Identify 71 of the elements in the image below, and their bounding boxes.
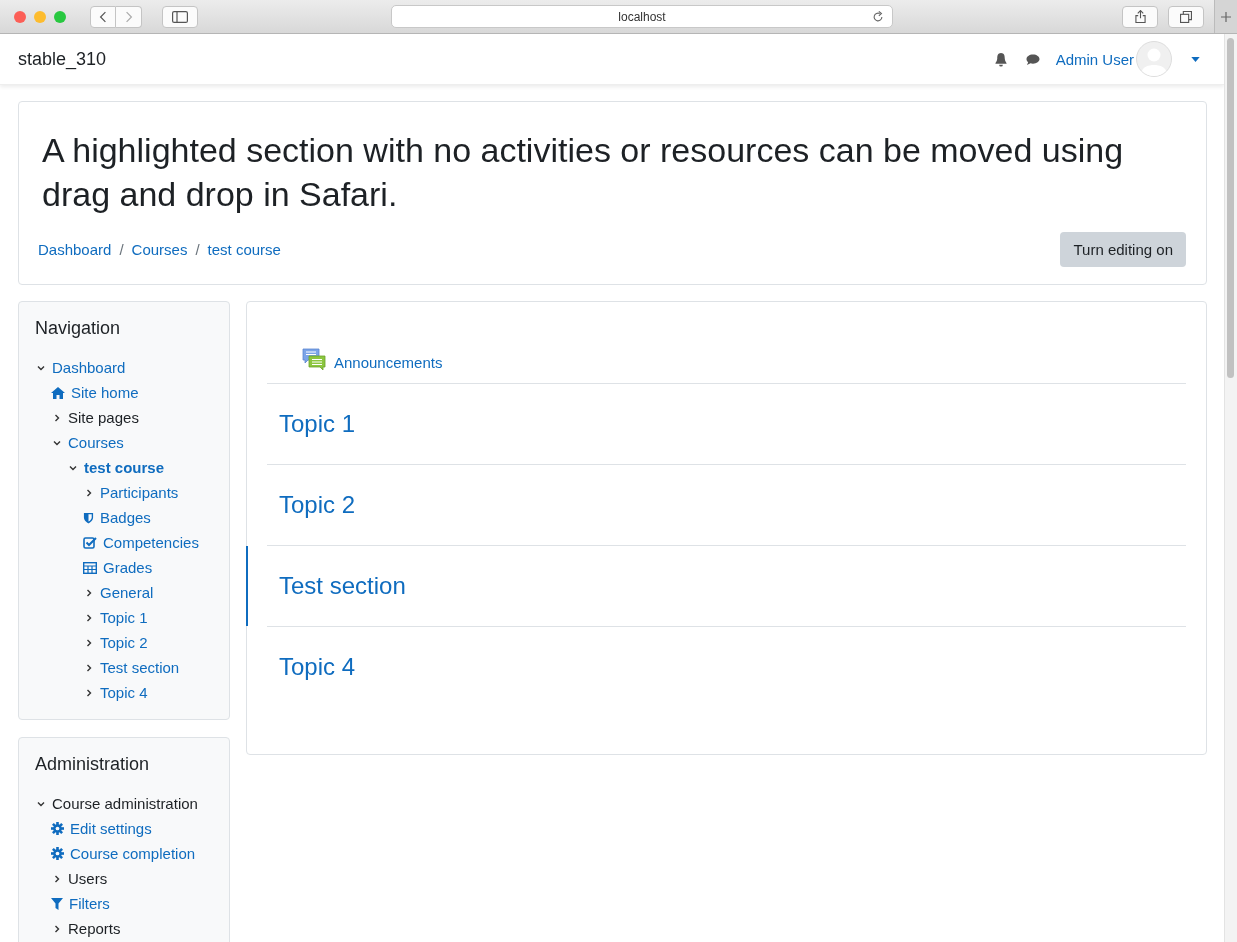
tree-item[interactable]: Course administration (52, 795, 198, 812)
address-bar[interactable]: localhost (391, 5, 893, 28)
back-button[interactable] (90, 5, 116, 28)
chat-bubble-icon[interactable] (1024, 52, 1041, 66)
breadcrumb-link[interactable]: Dashboard (38, 241, 112, 258)
tree-item[interactable]: Edit settings (70, 820, 152, 837)
tree-item[interactable]: Site pages (68, 409, 139, 426)
tree-item[interactable]: Course completion (70, 845, 196, 862)
activity-link[interactable]: Announcements (334, 354, 443, 371)
checkbox-icon (83, 536, 97, 549)
chevron-right-icon[interactable] (84, 637, 94, 648)
tree-item[interactable]: test course (84, 459, 165, 476)
scrollbar[interactable] (1224, 34, 1237, 942)
user-name[interactable]: Admin User (1055, 50, 1134, 68)
block-title: Administration (35, 754, 151, 775)
sidebar-button[interactable] (162, 5, 198, 28)
forward-icon (124, 10, 133, 23)
tree-item[interactable]: Badges (100, 509, 151, 526)
table-icon (83, 561, 97, 574)
section-title[interactable]: Topic 2 (279, 491, 356, 519)
sidebar-icon (172, 10, 188, 23)
plus-icon (1221, 11, 1231, 22)
breadcrumb-link[interactable]: Courses (131, 241, 188, 258)
tree-item[interactable]: General (100, 584, 154, 601)
share-button[interactable] (1122, 5, 1158, 28)
bell-icon[interactable] (993, 51, 1008, 67)
section-title[interactable]: Test section (279, 572, 406, 600)
tree-item[interactable]: Users (68, 870, 108, 887)
url-text: localhost (618, 9, 666, 24)
chevron-right-icon[interactable] (84, 487, 94, 498)
tree-item[interactable]: Grades (103, 559, 153, 576)
tree-item[interactable]: Participants (100, 484, 179, 501)
chevron-right-icon[interactable] (84, 662, 94, 673)
chevron-right-icon[interactable] (84, 687, 94, 698)
tree-item[interactable]: Competencies (103, 534, 199, 551)
chevron-right-icon[interactable] (52, 923, 62, 934)
tree-item[interactable]: Test section (100, 659, 180, 676)
chevron-right-icon[interactable] (52, 873, 62, 884)
back-icon (99, 10, 107, 23)
chevron-right-icon[interactable] (84, 587, 94, 598)
breadcrumb-link[interactable]: test course (207, 241, 281, 258)
reload-icon[interactable] (872, 11, 884, 23)
page-title: A highlighted section with no activities or resources can be moved using drag and drop in Safari. (42, 130, 1125, 215)
section-title[interactable]: Topic 4 (279, 653, 356, 681)
tree-item[interactable]: Site home (71, 384, 139, 401)
forum-icon (302, 348, 326, 372)
breadcrumb-separator: / (195, 241, 200, 258)
tree-item[interactable]: Topic 1 (100, 609, 148, 626)
tabs-button[interactable] (1168, 5, 1204, 28)
share-icon (1134, 10, 1146, 23)
site-name[interactable]: stable_310 (18, 48, 107, 70)
tabs-icon (1180, 10, 1192, 23)
chevron-right-icon[interactable] (84, 612, 94, 623)
block-title: Navigation (35, 318, 122, 339)
home-icon (51, 386, 65, 399)
breadcrumb-separator: / (119, 241, 124, 258)
tree-item[interactable]: Filters (69, 895, 110, 912)
settings-icon (51, 822, 64, 835)
chevron-right-icon[interactable] (52, 412, 62, 423)
scrollbar-thumb[interactable] (1227, 38, 1234, 378)
tree-item[interactable]: Dashboard (52, 359, 126, 376)
shield-icon (83, 511, 94, 524)
section-title[interactable]: Topic 1 (279, 410, 356, 438)
caret-down-icon[interactable] (1191, 56, 1200, 62)
tree-item[interactable]: Courses (68, 434, 124, 451)
tree-item[interactable]: Reports (68, 920, 121, 937)
settings-icon (51, 847, 64, 860)
filter-icon (51, 897, 63, 910)
tree-item[interactable]: Topic 2 (100, 634, 148, 651)
tree-item[interactable]: Topic 4 (100, 684, 148, 701)
turn-editing-on-button[interactable]: Turn editing on (1060, 232, 1186, 267)
